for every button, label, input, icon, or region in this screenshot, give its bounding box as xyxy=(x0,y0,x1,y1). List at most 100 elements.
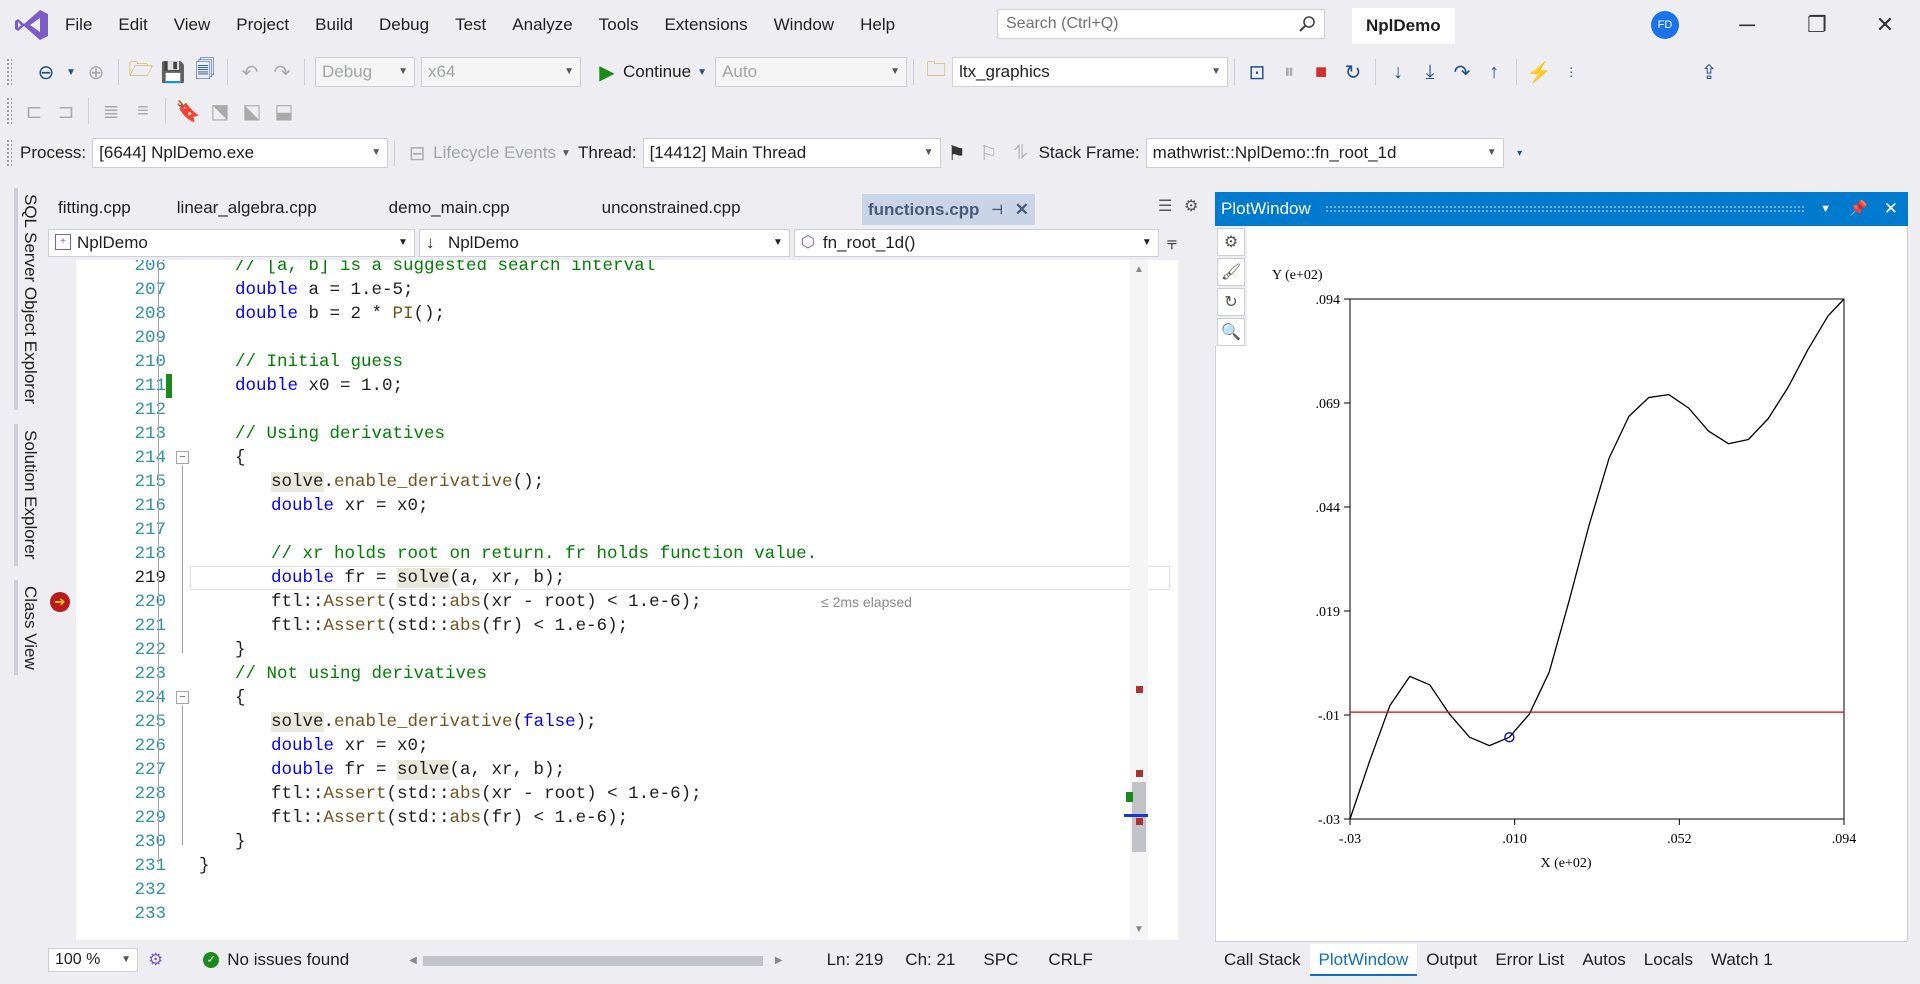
live-share-icon[interactable]: ⇪ xyxy=(1697,60,1721,84)
menu-view[interactable]: View xyxy=(161,0,224,50)
scope-nav-select[interactable]: ↓ NplDemo ▼ xyxy=(418,229,790,257)
scroll-down-icon[interactable]: ▼ xyxy=(1134,924,1144,935)
quick-info-icon[interactable]: ⊏ xyxy=(22,99,46,123)
stop-debugging-icon[interactable]: ■ xyxy=(1309,60,1333,84)
menu-test[interactable]: Test xyxy=(442,0,499,50)
continue-button[interactable]: Continue xyxy=(623,62,691,82)
break-all-icon[interactable]: ⏸ xyxy=(1277,60,1301,84)
zoom-select[interactable]: 100 % ▼ xyxy=(48,948,138,972)
menu-help[interactable]: Help xyxy=(847,0,908,50)
dropdown-arrow-icon[interactable]: ▼ xyxy=(66,60,76,84)
step-into-icon[interactable]: ⤓ xyxy=(1418,60,1442,84)
restart-icon[interactable]: ↻ xyxy=(1341,60,1365,84)
whitespace-indicator[interactable]: SPC xyxy=(983,950,1018,970)
h-scroll-left-icon[interactable]: ◀ xyxy=(409,955,417,966)
bottom-tab-call-stack[interactable]: Call Stack xyxy=(1215,944,1310,976)
drag-grip[interactable] xyxy=(1324,205,1807,213)
show-flagged-threads-icon[interactable]: ⚐ xyxy=(977,141,1001,165)
thread-select[interactable]: [14412] Main Thread ▼ xyxy=(642,138,941,168)
bottom-tab-locals[interactable]: Locals xyxy=(1635,944,1702,976)
lifecycle-dropdown-icon[interactable]: ▼ xyxy=(560,141,572,165)
close-window-button[interactable]: ✕ xyxy=(1850,0,1920,50)
split-window-icon[interactable]: ⫧ xyxy=(1167,233,1177,254)
auto-select[interactable]: Auto ▼ xyxy=(715,57,908,87)
tab-unconstrained-cpp[interactable]: unconstrained.cpp xyxy=(594,191,749,225)
menu-project[interactable]: Project xyxy=(223,0,302,50)
show-next-statement-icon[interactable]: ↓ xyxy=(1386,60,1410,84)
continue-dropdown-icon[interactable]: ▼ xyxy=(695,60,709,84)
configuration-select[interactable]: Debug ▼ xyxy=(315,57,415,87)
scroll-up-icon[interactable]: ▲ xyxy=(1134,264,1144,275)
bottom-tab-plotwindow[interactable]: PlotWindow xyxy=(1309,944,1418,976)
menu-file[interactable]: File xyxy=(52,0,105,50)
toolbar-options-icon[interactable]: ▾ xyxy=(1508,141,1532,165)
previous-bookmark-icon[interactable]: ⬔ xyxy=(208,99,232,123)
navigate-back-icon[interactable]: ⊖ xyxy=(34,60,58,84)
user-avatar[interactable]: FD xyxy=(1651,11,1679,39)
menu-edit[interactable]: Edit xyxy=(105,0,160,50)
tab-settings-gear-icon[interactable]: ⚙ xyxy=(1184,196,1198,216)
h-scroll-right-icon[interactable]: ▶ xyxy=(775,955,783,966)
intellicode-icon[interactable]: ⚙ xyxy=(148,950,163,970)
stack-frame-select[interactable]: mathwrist::NplDemo::fn_root_1d ▼ xyxy=(1145,138,1504,168)
startup-project-select[interactable]: ltx_graphics ▼ xyxy=(952,57,1229,87)
pin-tab-icon[interactable]: ⊣ xyxy=(991,194,1002,225)
step-out-icon[interactable]: ↑ xyxy=(1482,60,1506,84)
switch-threads-icon[interactable]: ⥮ xyxy=(1009,141,1033,165)
increase-indent-icon[interactable]: ≡ xyxy=(131,99,155,123)
save-icon[interactable]: 💾 xyxy=(161,60,186,84)
flag-thread-icon[interactable]: ⚑ xyxy=(945,141,969,165)
application-insights-icon[interactable]: ⊡ xyxy=(1245,60,1269,84)
bottom-tab-output[interactable]: Output xyxy=(1417,944,1486,976)
plot-canvas[interactable]: Y (e+02) X (e+02) -.03 -.01 .019 .044 .069 .094… xyxy=(1256,233,1896,913)
restore-button[interactable]: ❐ xyxy=(1782,0,1852,50)
open-folder-icon[interactable]: 🗁 xyxy=(129,59,154,84)
toolbar-grip[interactable] xyxy=(6,97,12,125)
search-input[interactable]: Search (Ctrl+Q) xyxy=(997,9,1325,39)
toolbar-overflow-icon[interactable]: ⋮ xyxy=(1559,60,1583,84)
menu-build[interactable]: Build xyxy=(302,0,366,50)
h-scroll-thumb[interactable] xyxy=(422,956,763,966)
plot-zoom-magnifier-icon[interactable]: 🔍 xyxy=(1217,318,1245,346)
scroll-thumb[interactable] xyxy=(1132,782,1146,852)
visual-studio-logo-icon[interactable] xyxy=(14,8,50,42)
plot-refresh-icon[interactable]: ↻ xyxy=(1217,288,1245,316)
tab-functions-cpp[interactable]: functions.cpp ⊣ ✕ xyxy=(862,194,1036,225)
collapse-block-icon[interactable]: − xyxy=(176,691,189,704)
plot-settings-gear-icon[interactable]: ⚙ xyxy=(1217,228,1245,256)
horizontal-scrollbar[interactable] xyxy=(422,948,763,972)
toolbar-grip[interactable] xyxy=(6,58,12,86)
tab-list-dropdown-icon[interactable]: ☰ xyxy=(1158,196,1172,216)
line-ending-indicator[interactable]: CRLF xyxy=(1048,950,1092,970)
line-indicator[interactable]: Ln: 219 xyxy=(827,950,884,970)
undo-icon[interactable]: ↶ xyxy=(238,60,262,84)
project-nav-select[interactable]: + NplDemo ▼ xyxy=(48,229,415,257)
save-all-icon[interactable]: 🗐 xyxy=(193,59,217,84)
bottom-tab-autos[interactable]: Autos xyxy=(1573,944,1634,976)
clear-bookmarks-icon[interactable]: ⬓ xyxy=(272,99,296,123)
window-menu-dropdown-icon[interactable]: ▼ xyxy=(1820,192,1831,226)
menu-tools[interactable]: Tools xyxy=(586,0,652,50)
code-editor[interactable]: 206 // [a, b] is a suggested search inter… xyxy=(48,260,1178,940)
collapse-block-icon[interactable]: − xyxy=(176,451,189,464)
platform-select[interactable]: x64 ▼ xyxy=(421,57,581,87)
close-tab-icon[interactable]: ✕ xyxy=(1015,194,1029,225)
current-statement-breakpoint-icon[interactable]: ➔ xyxy=(50,592,70,612)
editor-vertical-scrollbar[interactable]: ▲ ▼ xyxy=(1124,260,1148,940)
tab-demo-main-cpp[interactable]: demo_main.cpp xyxy=(381,191,518,225)
parameter-info-icon[interactable]: ⊐ xyxy=(54,99,78,123)
process-select[interactable]: [6644] NplDemo.exe ▼ xyxy=(92,138,389,168)
redo-icon[interactable]: ↷ xyxy=(270,60,294,84)
hot-reload-icon[interactable]: ⚡ xyxy=(1527,60,1552,84)
navigate-forward-icon[interactable]: ⊕ xyxy=(84,60,108,84)
side-tab-solution-explorer[interactable]: Solution Explorer xyxy=(14,424,40,566)
issues-status[interactable]: No issues found xyxy=(227,950,349,970)
pin-window-icon[interactable]: 📌 xyxy=(1849,192,1868,226)
decrease-indent-icon[interactable]: ≣ xyxy=(99,99,123,123)
side-tab-class-view[interactable]: Class View xyxy=(14,579,40,676)
menu-debug[interactable]: Debug xyxy=(366,0,442,50)
continue-play-icon[interactable]: ▶ xyxy=(595,60,619,84)
bookmark-icon[interactable]: 🔖 xyxy=(176,99,201,123)
toolbar-grip[interactable] xyxy=(6,139,12,167)
plot-clear-brush-icon[interactable]: 🖌 xyxy=(1217,258,1245,286)
